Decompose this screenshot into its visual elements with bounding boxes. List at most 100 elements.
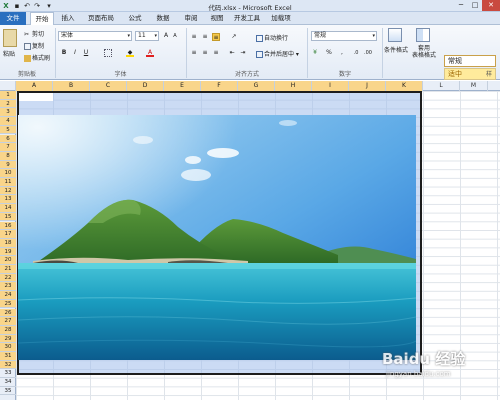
copy-button[interactable]: 复制 <box>24 41 44 50</box>
comma-button[interactable]: , <box>338 49 346 57</box>
tab-page-layout[interactable]: 页面布局 <box>84 12 118 25</box>
shrink-font-icon[interactable]: A <box>171 32 179 40</box>
increase-decimal-icon[interactable]: .0 <box>352 49 360 57</box>
font-size-select[interactable]: 11 ▾ <box>135 31 159 41</box>
active-cell[interactable] <box>19 93 53 101</box>
fill-color-icon[interactable]: ◆ <box>126 49 134 57</box>
row-header[interactable]: 6 <box>0 134 16 144</box>
paste-button[interactable]: 粘贴 <box>3 49 15 58</box>
align-top-icon[interactable]: ≡ <box>190 33 198 41</box>
orientation-icon[interactable]: ↗ <box>230 33 238 41</box>
grow-font-icon[interactable]: A <box>162 32 170 40</box>
row-header[interactable]: 34 <box>0 378 16 387</box>
row-header[interactable]: 7 <box>0 143 16 152</box>
maximize-button[interactable]: □ <box>468 0 482 11</box>
row-header[interactable]: 30 <box>0 343 16 352</box>
column-header[interactable]: H <box>275 81 312 91</box>
column-header[interactable]: M <box>460 81 488 91</box>
align-bottom-icon[interactable]: ≡ <box>212 33 220 41</box>
column-header[interactable]: K <box>386 81 423 91</box>
number-format-select[interactable]: 常规 ▾ <box>311 31 377 41</box>
column-header[interactable]: E <box>164 81 201 91</box>
bold-button[interactable]: B <box>60 49 68 57</box>
row-header[interactable]: 13 <box>0 195 16 205</box>
column-header[interactable]: A <box>16 81 53 91</box>
row-header[interactable]: 5 <box>0 125 16 135</box>
tab-addins[interactable]: 加载项 <box>268 12 294 25</box>
row-header[interactable]: 10 <box>0 169 16 178</box>
italic-button[interactable]: I <box>71 49 79 57</box>
row-header[interactable]: 16 <box>0 221 16 231</box>
underline-button[interactable]: U <box>82 49 90 57</box>
row-header[interactable]: 22 <box>0 273 16 283</box>
conditional-format-button[interactable]: 条件格式 <box>384 45 408 54</box>
row-header[interactable]: 1 <box>0 91 16 100</box>
wrap-text-button[interactable]: 自动换行 <box>256 33 288 42</box>
column-header[interactable]: D <box>127 81 164 91</box>
row-header[interactable]: 4 <box>0 117 16 126</box>
column-header[interactable]: F <box>201 81 238 91</box>
row-header[interactable]: 15 <box>0 212 16 222</box>
column-header[interactable]: C <box>90 81 127 91</box>
format-painter-button[interactable]: 格式刷 <box>24 53 50 62</box>
close-button[interactable]: ✕ <box>482 0 500 11</box>
row-header[interactable]: 21 <box>0 265 16 274</box>
row-header[interactable]: 28 <box>0 325 16 335</box>
row-header[interactable]: 33 <box>0 369 16 379</box>
align-center-icon[interactable]: ≡ <box>201 49 209 57</box>
row-header[interactable]: 20 <box>0 256 16 265</box>
style-normal[interactable]: 常规 <box>444 55 496 67</box>
row-header[interactable]: 27 <box>0 317 16 326</box>
row-header[interactable]: 32 <box>0 360 16 370</box>
row-header[interactable]: 3 <box>0 108 16 118</box>
row-header[interactable]: 29 <box>0 334 16 344</box>
row-header[interactable]: 9 <box>0 160 16 170</box>
table-format-button[interactable]: 套用 表格格式 <box>412 45 436 59</box>
row-header[interactable]: 17 <box>0 230 16 239</box>
minimize-button[interactable]: ─ <box>454 0 468 11</box>
cut-button[interactable]: ✂ 剪切 <box>24 29 44 38</box>
row-header[interactable]: 8 <box>0 151 16 161</box>
tab-insert[interactable]: 插入 <box>57 12 79 25</box>
row-header[interactable]: 31 <box>0 352 16 361</box>
row-header[interactable]: 25 <box>0 299 16 309</box>
align-middle-icon[interactable]: ≡ <box>201 33 209 41</box>
row-header[interactable]: 18 <box>0 238 16 248</box>
tab-formulas[interactable]: 公式 <box>124 12 146 25</box>
row-header[interactable]: 23 <box>0 282 16 292</box>
row-header[interactable]: 35 <box>0 387 16 396</box>
row-header[interactable]: 2 <box>0 99 16 109</box>
font-name-select[interactable]: 宋体 ▾ <box>58 31 132 41</box>
table-format-icon[interactable] <box>416 28 430 42</box>
tab-home[interactable]: 开始 <box>30 12 54 25</box>
row-header[interactable]: 24 <box>0 291 16 300</box>
select-all-corner[interactable] <box>0 81 16 91</box>
increase-indent-icon[interactable]: ⇥ <box>239 49 247 57</box>
align-left-icon[interactable]: ≡ <box>190 49 198 57</box>
row-header[interactable]: 14 <box>0 204 16 213</box>
column-header[interactable]: J <box>349 81 386 91</box>
column-header[interactable]: L <box>423 81 460 91</box>
font-color-button[interactable]: A <box>146 49 154 57</box>
tab-file[interactable]: 文件 <box>0 12 26 25</box>
align-right-icon[interactable]: ≡ <box>212 49 220 57</box>
column-header[interactable]: G <box>238 81 275 91</box>
borders-icon[interactable] <box>104 49 112 57</box>
tab-review[interactable]: 审阅 <box>180 12 202 25</box>
row-header[interactable]: 12 <box>0 186 16 196</box>
paste-icon[interactable] <box>3 29 17 47</box>
decrease-indent-icon[interactable]: ⇤ <box>228 49 236 57</box>
tab-view[interactable]: 视图 <box>206 12 228 25</box>
row-header[interactable]: 26 <box>0 308 16 318</box>
row-header[interactable]: 19 <box>0 247 16 257</box>
tab-developer[interactable]: 开发工具 <box>232 12 262 25</box>
currency-icon[interactable]: ¥ <box>311 49 319 57</box>
column-header[interactable]: B <box>53 81 90 91</box>
tab-data[interactable]: 数据 <box>152 12 174 25</box>
row-header[interactable]: 11 <box>0 178 16 187</box>
conditional-format-icon[interactable] <box>388 28 402 42</box>
inserted-picture[interactable] <box>18 115 416 360</box>
decrease-decimal-icon[interactable]: .00 <box>364 49 372 57</box>
percent-button[interactable]: % <box>325 49 333 57</box>
merge-center-button[interactable]: 合并后居中 ▾ <box>256 49 299 58</box>
